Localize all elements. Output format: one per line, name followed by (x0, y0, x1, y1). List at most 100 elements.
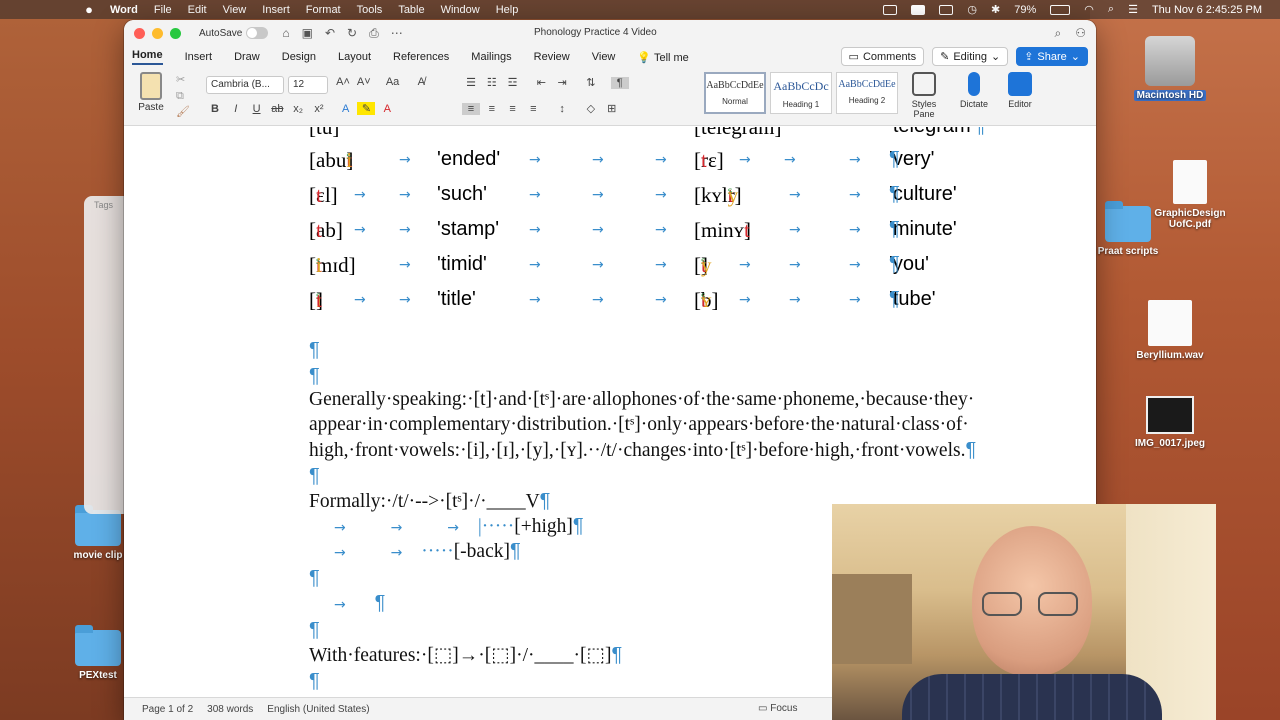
tell-me[interactable]: 💡 Tell me (637, 51, 688, 64)
style-name: Heading 1 (782, 100, 820, 109)
copy-icon[interactable]: ⧉ (176, 88, 190, 104)
superscript-icon[interactable]: x² (310, 103, 328, 115)
strikethrough-icon[interactable]: ab (268, 103, 286, 115)
desktop-icon-img[interactable]: IMG_0017.jpeg (1120, 396, 1220, 449)
share-button[interactable]: ⇪ Share ⌄ (1016, 47, 1088, 66)
menu-format[interactable]: Format (306, 4, 341, 16)
style-heading-1[interactable]: AaBbCcDc Heading 1 (770, 72, 832, 114)
redo-icon[interactable]: ↻ (347, 26, 357, 41)
dictate-label: Dictate (959, 99, 988, 109)
tab-insert[interactable]: Insert (185, 51, 213, 63)
paste-button[interactable]: Paste (134, 72, 168, 113)
shrink-font-icon[interactable]: A˅ (355, 76, 373, 88)
clear-formatting-icon[interactable]: A̸ (412, 76, 430, 88)
comments-button[interactable]: ▭ Comments (840, 47, 925, 66)
apple-icon[interactable]: ● (82, 2, 96, 17)
wifi-icon[interactable]: ◠ (1084, 3, 1094, 16)
menu-tools[interactable]: Tools (357, 4, 383, 16)
word-count[interactable]: 308 words (207, 704, 253, 715)
screen-record-icon[interactable] (883, 4, 898, 15)
menu-insert[interactable]: Insert (262, 4, 290, 16)
focus-button[interactable]: ▭ Focus (758, 703, 797, 714)
tab-review[interactable]: Review (534, 51, 570, 63)
align-right-icon[interactable]: ≡ (504, 103, 522, 115)
highlight-icon[interactable]: ✎ (357, 102, 376, 115)
change-case-icon[interactable]: Aa (384, 76, 402, 88)
underline-icon[interactable]: U (248, 103, 266, 115)
battery-percent[interactable]: 79% (1014, 4, 1036, 16)
decrease-indent-icon[interactable]: ⇤ (532, 76, 550, 89)
line-spacing-icon[interactable]: ↕ (553, 103, 571, 115)
format-painter-icon[interactable]: 🖌 (176, 104, 190, 120)
font-size-select[interactable]: 12 (288, 76, 328, 94)
page-count[interactable]: Page 1 of 2 (142, 704, 193, 715)
editing-button[interactable]: ✎ Editing ⌄ (932, 47, 1009, 66)
home-icon[interactable]: ⌂ (282, 26, 289, 41)
tab-draw[interactable]: Draw (234, 51, 260, 63)
menu-edit[interactable]: Edit (188, 4, 207, 16)
autosave-control[interactable]: AutoSave (199, 27, 269, 39)
tab-mailings[interactable]: Mailings (471, 51, 511, 63)
desktop-icon-beryllium[interactable]: Beryllium.wav (1120, 300, 1220, 361)
style-heading-2[interactable]: AaBbCcDdEe Heading 2 (836, 72, 898, 114)
share-icon: ⇪ (1024, 51, 1034, 63)
search-icon[interactable]: ⌕ (1108, 3, 1114, 16)
bluetooth-icon[interactable]: ✱ (991, 3, 1000, 16)
zoom-window-button[interactable] (170, 27, 181, 39)
menu-app-name[interactable]: Word (110, 4, 138, 16)
menu-table[interactable]: Table (398, 4, 424, 16)
tab-layout[interactable]: Layout (338, 51, 371, 63)
menu-window[interactable]: Window (441, 4, 480, 16)
sort-icon[interactable]: ⇅ (582, 76, 600, 89)
pilcrow: ¶ (572, 515, 584, 537)
menu-file[interactable]: File (154, 4, 172, 16)
control-center-icon[interactable]: ☰ (1128, 3, 1138, 16)
dictate-button[interactable]: Dictate (950, 72, 998, 109)
shading-icon[interactable]: ◇ (582, 102, 600, 115)
align-left-icon[interactable]: ≡ (462, 103, 480, 115)
font-color-icon[interactable]: A (378, 103, 396, 115)
bold-icon[interactable]: B (206, 103, 224, 115)
desktop-icon-macintosh-hd[interactable]: Macintosh HD (1120, 36, 1220, 101)
grow-font-icon[interactable]: A˄ (334, 76, 352, 88)
autosave-toggle[interactable] (246, 27, 269, 39)
editor-button[interactable]: Editor (996, 72, 1044, 109)
justify-icon[interactable]: ≡ (524, 103, 542, 115)
menubar-clock[interactable]: Thu Nov 6 2:45:25 PM (1152, 4, 1262, 16)
cut-icon[interactable]: ✂ (176, 72, 190, 88)
tab-home[interactable]: Home (132, 49, 163, 65)
tab-references[interactable]: References (393, 51, 449, 63)
focus-icon: ▭ (758, 703, 768, 714)
styles-pane-button[interactable]: Styles Pane (900, 72, 948, 119)
clock-history-icon[interactable]: ◷ (967, 3, 977, 16)
feature-high-line: → → → |·····[+high]¶ (334, 515, 584, 538)
style-normal[interactable]: AaBbCcDdEe Normal (704, 72, 766, 114)
more-icon[interactable]: ⋯ (391, 26, 403, 41)
print-icon[interactable]: ⎙ (369, 26, 379, 41)
search-icon[interactable]: ⌕ (1055, 26, 1062, 41)
menu-view[interactable]: View (223, 4, 247, 16)
italic-icon[interactable]: I (227, 103, 245, 115)
align-center-icon[interactable]: ≡ (483, 103, 501, 115)
minimize-window-button[interactable] (152, 27, 163, 39)
display-icon[interactable] (911, 4, 926, 15)
tab-design[interactable]: Design (282, 51, 316, 63)
language[interactable]: English (United States) (267, 704, 369, 715)
multilevel-list-icon[interactable]: ☲ (504, 76, 522, 89)
share-people-icon[interactable]: ⚇ (1075, 26, 1086, 41)
keyboard-icon[interactable] (939, 4, 954, 15)
show-formatting-icon[interactable]: ¶ (610, 77, 629, 89)
tab-view[interactable]: View (592, 51, 616, 63)
numbering-icon[interactable]: ☷ (483, 76, 501, 89)
save-icon[interactable]: ▣ (302, 26, 313, 41)
menu-help[interactable]: Help (496, 4, 519, 16)
increase-indent-icon[interactable]: ⇥ (553, 76, 571, 89)
text-effects-icon[interactable]: A (337, 103, 355, 115)
font-name-select[interactable]: Cambria (B... (206, 76, 284, 94)
undo-icon[interactable]: ↶ (325, 26, 335, 41)
ipa-clipped: [tu] (309, 127, 340, 139)
bullets-icon[interactable]: ☰ (462, 76, 480, 89)
close-window-button[interactable] (134, 27, 145, 39)
subscript-icon[interactable]: x₂ (289, 103, 307, 115)
borders-icon[interactable]: ⊞ (603, 102, 621, 115)
